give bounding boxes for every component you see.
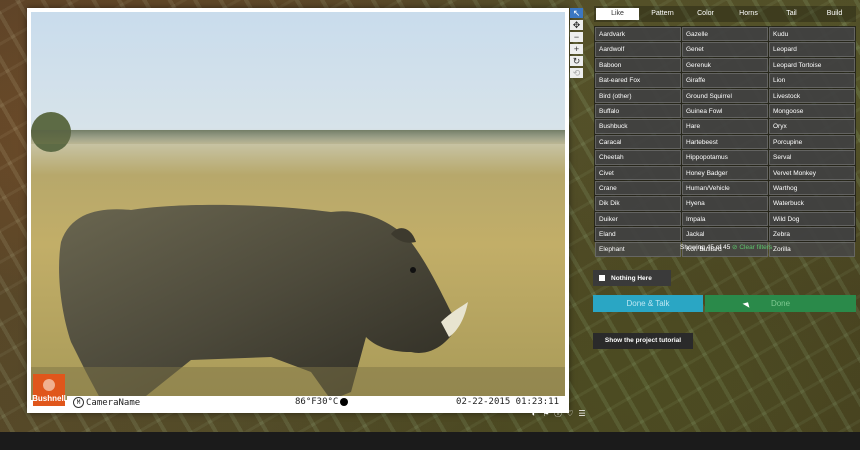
species-option[interactable]: Zebra (769, 227, 855, 242)
reset-icon[interactable]: ⟲ (570, 68, 583, 78)
info-icon[interactable]: ⓘ (554, 410, 562, 418)
species-option[interactable]: Bushbuck (595, 119, 681, 134)
species-option[interactable]: Ground Squirrel (682, 88, 768, 103)
species-option[interactable]: Porcupine (769, 134, 855, 150)
species-grid: Aardvark Gazelle Kudu Aardwolf Genet Leopard B… (594, 26, 856, 257)
species-option[interactable]: Crane (595, 180, 681, 196)
showing-count: Showing 45 of 45 ⊘ Clear filters (680, 243, 772, 251)
species-option[interactable]: Duiker (595, 211, 681, 227)
subject-viewer: Bushnell M CameraName 86°F30°C 02-22-201… (27, 8, 569, 413)
favorite-icon[interactable]: ♡ (566, 410, 574, 418)
nothing-here-button[interactable]: Nothing Here (593, 270, 671, 286)
clear-filters-link[interactable]: ⊘ Clear filters (732, 244, 772, 251)
species-option[interactable]: Jackal (682, 227, 768, 242)
species-option[interactable]: Cheetah (595, 150, 681, 165)
species-option[interactable]: Leopard Tortoise (769, 57, 855, 73)
species-option[interactable]: Lion (769, 73, 855, 88)
contrast-icon[interactable]: ◐ (530, 410, 538, 418)
species-option[interactable]: Aardwolf (595, 42, 681, 57)
species-option[interactable]: Giraffe (682, 73, 768, 88)
warthog-image (31, 204, 565, 400)
temperature-readout: 86°F30°C (295, 397, 349, 407)
species-option[interactable]: Guinea Fowl (682, 103, 768, 119)
camera-label: M CameraName (73, 397, 140, 408)
species-option[interactable]: Vervet Monkey (769, 165, 855, 180)
species-option[interactable]: Baboon (595, 57, 681, 73)
species-option[interactable]: Caracal (595, 134, 681, 150)
project-tutorial-button[interactable]: Show the project tutorial (593, 333, 693, 349)
tab-like[interactable]: Like (596, 8, 639, 20)
moon-phase-icon (340, 398, 349, 406)
species-option[interactable]: Eland (595, 227, 681, 242)
species-option[interactable]: Bird (other) (595, 88, 681, 103)
species-option[interactable]: Hyena (682, 196, 768, 211)
species-option[interactable]: Livestock (769, 88, 855, 103)
species-option[interactable]: Gerenuk (682, 57, 768, 73)
species-option[interactable]: Bat-eared Fox (595, 73, 681, 88)
tab-horns[interactable]: Horns (727, 6, 770, 22)
species-option[interactable]: Serval (769, 150, 855, 165)
done-and-talk-button[interactable]: Done & Talk (593, 295, 703, 312)
tab-build[interactable]: Build (813, 6, 856, 22)
done-button[interactable]: Done (705, 295, 856, 312)
tab-tail[interactable]: Tail (770, 6, 813, 22)
tab-pattern[interactable]: Pattern (641, 6, 684, 22)
species-option[interactable]: Aardvark (595, 27, 681, 42)
nothing-here-label: Nothing Here (611, 274, 652, 282)
species-option[interactable]: Oryx (769, 119, 855, 134)
species-option[interactable]: Mongoose (769, 103, 855, 119)
species-option[interactable]: Warthog (769, 180, 855, 196)
timestamp: 02-22-2015 01:23:11 (456, 397, 559, 407)
bottom-bar (0, 432, 860, 450)
species-option[interactable]: Human/Vehicle (682, 180, 768, 196)
temperature-text: 86°F30°C (295, 397, 339, 407)
flag-icon[interactable]: ⚑ (542, 410, 550, 418)
viewer-toolbar: ↖ ✥ − + ↻ ⟲ (570, 8, 584, 78)
species-option[interactable]: Buffalo (595, 103, 681, 119)
species-option[interactable]: Honey Badger (682, 165, 768, 180)
species-option[interactable]: Zorilla (769, 242, 855, 257)
camera-logo-icon: M (73, 397, 84, 408)
rotate-icon[interactable]: ↻ (570, 56, 583, 66)
camera-trap-photo[interactable] (31, 12, 565, 400)
species-option[interactable]: Gazelle (682, 27, 768, 42)
move-icon[interactable]: ✥ (570, 20, 583, 30)
species-option[interactable]: Kudu (769, 27, 855, 42)
showing-text: Showing 45 of 45 (680, 244, 731, 251)
collection-icon[interactable]: ☰ (578, 410, 586, 418)
viewer-bottom-tools: ◐ ⚑ ⓘ ♡ ☰ (530, 410, 586, 418)
bushnell-logo: Bushnell (32, 374, 66, 406)
species-option[interactable]: Hippopotamus (682, 150, 768, 165)
zoom-in-icon[interactable]: + (570, 44, 583, 54)
species-option[interactable]: Hare (682, 119, 768, 134)
species-option[interactable]: Civet (595, 165, 681, 180)
filter-tabs: Like Pattern Color Horns Tail Build (594, 6, 856, 22)
species-option[interactable]: Waterbuck (769, 196, 855, 211)
species-option[interactable]: Elephant (595, 242, 681, 257)
tab-color[interactable]: Color (684, 6, 727, 22)
species-option[interactable]: Dik Dik (595, 196, 681, 211)
camera-info-strip: M CameraName 86°F30°C 02-22-2015 01:23:1… (67, 396, 565, 409)
checkbox-icon (599, 275, 605, 281)
species-option[interactable]: Impala (682, 211, 768, 227)
pointer-icon[interactable]: ↖ (570, 8, 583, 18)
zoom-out-icon[interactable]: − (570, 32, 583, 42)
species-option[interactable]: Wild Dog (769, 211, 855, 227)
species-option[interactable]: Leopard (769, 42, 855, 57)
camera-name: CameraName (86, 397, 141, 408)
species-option[interactable]: Hartebeest (682, 134, 768, 150)
species-option[interactable]: Genet (682, 42, 768, 57)
